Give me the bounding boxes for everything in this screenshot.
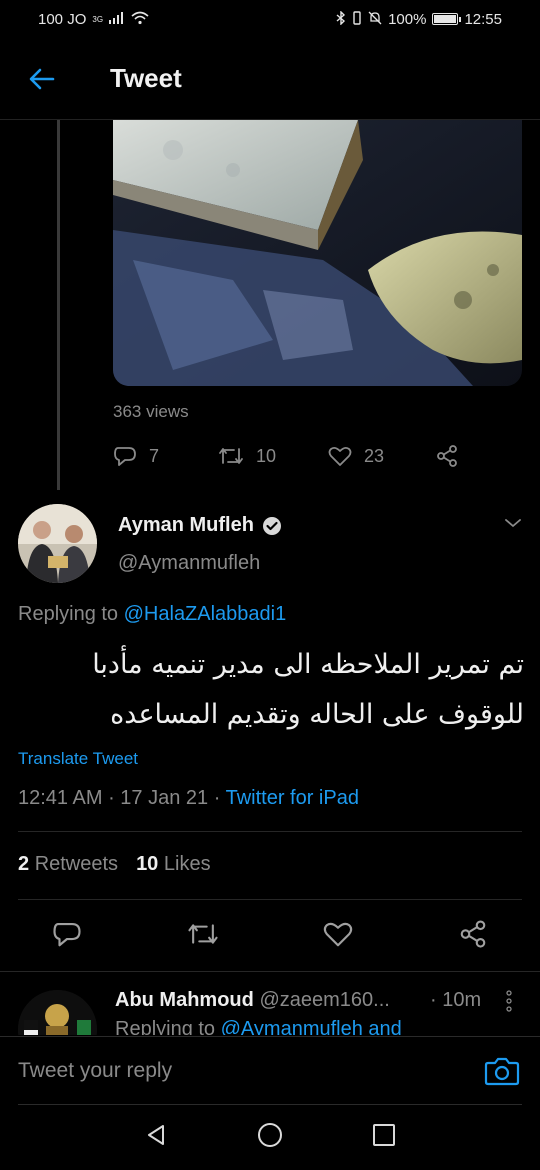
view-count: 363 views xyxy=(113,402,189,421)
tweet-text: تم تمرير الملاحظه الى مدير تنميه مأدبا ل… xyxy=(18,640,524,740)
tweet-date: 17 Jan 21 xyxy=(120,787,209,809)
status-bar: 100 JO 3G 100% 12:55 xyxy=(0,0,540,38)
page-title: Tweet xyxy=(110,63,182,93)
tweet-metadata: 12:41 AM · 17 Jan 21 · Twitter for iPad xyxy=(18,787,359,810)
replying-prefix: Replying to xyxy=(18,603,119,625)
replying-to-link[interactable]: @HalaZAlabbadi1 xyxy=(124,603,287,625)
retweet-total: 2 xyxy=(18,853,30,875)
like-button[interactable] xyxy=(323,920,353,953)
status-bar-left: 100 JO 3G xyxy=(38,11,149,28)
arrow-left-icon xyxy=(29,68,55,89)
clock: 12:55 xyxy=(464,10,502,28)
author-handle[interactable]: @Aymanmufleh xyxy=(118,552,260,575)
replying-to: Replying to @HalaZAlabbadi1 xyxy=(18,603,286,626)
battery-icon xyxy=(432,13,462,25)
top-app-bar: Tweet xyxy=(0,38,540,120)
reply-compose-bar xyxy=(0,1036,540,1105)
separator-dot: · xyxy=(108,787,121,809)
like-total: 10 xyxy=(136,853,159,875)
tweet-video-thumbnail[interactable] xyxy=(113,120,522,386)
retweet-count: 10 xyxy=(256,445,277,466)
avatar-image xyxy=(18,990,97,1035)
share-icon xyxy=(437,445,457,467)
mute-bell-icon xyxy=(368,11,382,28)
reply-author-name: Abu Mahmoud xyxy=(115,989,254,1011)
back-button[interactable] xyxy=(18,55,66,103)
tweet-time: 12:41 AM xyxy=(18,787,103,809)
system-nav-bar xyxy=(0,1104,540,1170)
translate-tweet-link[interactable]: Translate Tweet xyxy=(18,749,138,769)
reply-replying-prefix: Replying to xyxy=(115,1018,216,1035)
triangle-back-icon xyxy=(148,1124,165,1145)
reply-replying-link[interactable]: @Aymanmufleh and xyxy=(221,1018,402,1035)
tweet-stats: 2 Retweets 10 Likes xyxy=(18,853,211,876)
reply-time: · 10m xyxy=(430,989,482,1011)
tweet-actions xyxy=(18,912,522,960)
network-label: 3G xyxy=(92,14,104,24)
tweet-source-link[interactable]: Twitter for iPad xyxy=(226,787,359,809)
avatar[interactable] xyxy=(18,504,97,583)
avatar[interactable] xyxy=(18,990,97,1035)
parent-reply-button[interactable]: 7 xyxy=(113,445,218,467)
divider xyxy=(18,899,522,900)
parent-share-button[interactable] xyxy=(435,444,459,468)
reply-icon xyxy=(53,922,81,946)
likes-stat[interactable]: 10 Likes xyxy=(136,853,211,876)
reply-input[interactable] xyxy=(18,1053,458,1089)
tweet-options-button[interactable] xyxy=(504,516,522,534)
camera-button[interactable] xyxy=(484,1055,520,1092)
likes-label: Likes xyxy=(163,853,211,875)
tweet-author: Ayman Mufleh @Aymanmufleh xyxy=(18,504,522,584)
retweets-label: Retweets xyxy=(34,853,119,875)
author-name-row[interactable]: Ayman Mufleh xyxy=(118,514,282,537)
like-count: 23 xyxy=(364,445,385,466)
carrier-label: 100 JO xyxy=(38,10,87,28)
divider xyxy=(18,831,522,832)
share-icon xyxy=(460,919,486,948)
retweet-icon xyxy=(188,923,218,944)
circle-home-icon xyxy=(257,1122,282,1147)
signal-icon xyxy=(109,11,125,27)
reply-replying-to: Replying to @Aymanmufleh and xyxy=(115,1018,402,1035)
more-vertical-icon xyxy=(506,990,512,1012)
parent-like-button[interactable]: 23 xyxy=(328,445,435,467)
separator-dot: · xyxy=(213,787,226,809)
video-frame-image xyxy=(113,120,522,386)
nav-recents-button[interactable] xyxy=(372,1123,396,1152)
vibrate-icon xyxy=(352,10,362,28)
square-recents-icon xyxy=(372,1123,395,1146)
author-name: Ayman Mufleh xyxy=(118,514,254,536)
chevron-down-icon xyxy=(505,519,521,528)
reply-button[interactable] xyxy=(52,920,82,953)
retweet-button[interactable] xyxy=(187,921,219,952)
verified-badge-icon xyxy=(262,516,281,535)
reply-tweet[interactable]: Abu Mahmoud @zaeem160... · 10m Replying … xyxy=(0,971,540,1035)
bluetooth-icon xyxy=(336,9,346,28)
retweet-icon xyxy=(219,448,243,464)
nav-back-button[interactable] xyxy=(144,1123,168,1152)
parent-tweet-actions: 7 10 23 xyxy=(113,440,473,472)
heart-icon xyxy=(328,446,352,466)
reply-author-handle: @zaeem160... xyxy=(259,989,390,1011)
reply-icon xyxy=(114,447,136,466)
nav-home-button[interactable] xyxy=(257,1122,283,1153)
status-bar-right: 100% 12:55 xyxy=(336,9,502,28)
avatar-image xyxy=(18,504,97,583)
heart-icon xyxy=(324,922,353,946)
thread-connector-line xyxy=(57,120,60,490)
share-button[interactable] xyxy=(458,919,488,954)
tweet-text-line-2: للوقوف على الحاله وتقديم المساعده xyxy=(110,699,524,730)
reply-count: 7 xyxy=(149,445,160,466)
tweet-text-line-1: تم تمرير الملاحظه الى مدير تنميه مأدبا xyxy=(92,649,524,680)
reply-more-button[interactable] xyxy=(504,990,514,1017)
wifi-icon xyxy=(131,11,149,28)
retweets-stat[interactable]: 2 Retweets xyxy=(18,853,118,876)
camera-icon xyxy=(484,1057,520,1086)
battery-percent: 100% xyxy=(388,10,427,28)
reply-author[interactable]: Abu Mahmoud @zaeem160... xyxy=(115,989,390,1012)
parent-retweet-button[interactable]: 10 xyxy=(218,446,328,467)
